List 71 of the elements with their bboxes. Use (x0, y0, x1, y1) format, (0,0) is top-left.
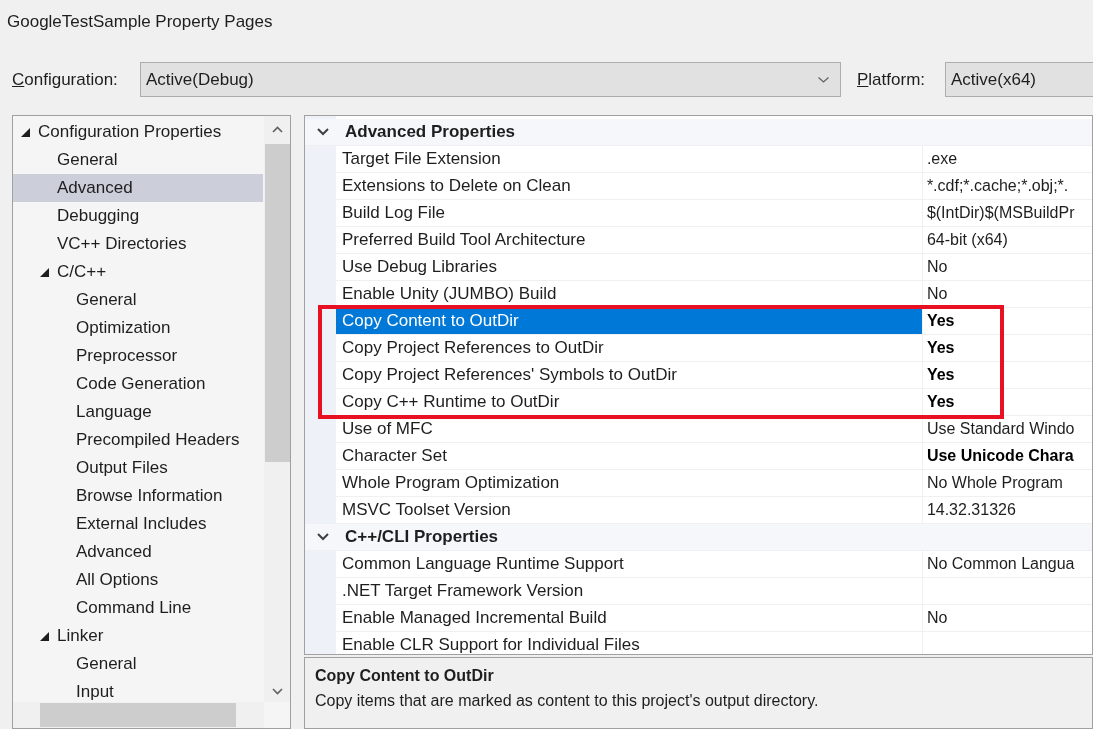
chevron-down-icon (818, 76, 829, 83)
property-value[interactable]: No (926, 282, 948, 306)
tree-item[interactable]: External Includes (76, 510, 207, 538)
tree-item[interactable]: Output Files (76, 454, 168, 482)
tree-item[interactable]: Command Line (76, 594, 192, 622)
property-value[interactable]: Yes (926, 336, 955, 360)
property-value[interactable]: $(IntDir)$(MSBuildPr (926, 201, 1075, 225)
vertical-scrollbar[interactable] (264, 116, 290, 702)
property-name[interactable]: Character Set (336, 443, 923, 470)
property-name[interactable]: Common Language Runtime Support (336, 551, 923, 578)
property-name[interactable]: Copy Project References to OutDir (336, 335, 923, 362)
section-header: Advanced Properties (345, 121, 516, 144)
property-value[interactable]: No Common Langua (926, 552, 1075, 576)
property-name[interactable]: MSVC Toolset Version (336, 497, 923, 524)
property-value[interactable]: Yes (926, 390, 955, 414)
property-value[interactable]: 64-bit (x64) (926, 228, 1008, 252)
property-value[interactable]: No (926, 255, 948, 279)
property-name[interactable]: .NET Target Framework Version (336, 578, 923, 605)
property-name[interactable]: Preferred Build Tool Architecture (336, 227, 923, 254)
property-name[interactable]: Target File Extension (336, 146, 923, 173)
tree-item[interactable]: Advanced (76, 538, 152, 566)
tree-item[interactable]: General (76, 286, 137, 314)
tree-item[interactable]: C/C++ (57, 258, 107, 286)
property-name[interactable]: Build Log File (336, 200, 923, 227)
scrollbar-thumb[interactable] (40, 703, 236, 727)
property-value[interactable]: Use Unicode Chara (926, 444, 1074, 468)
tree-item[interactable]: Language (76, 398, 152, 426)
description-title: Copy Content to OutDir (315, 666, 495, 686)
window-title: GoogleTestSample Property Pages (7, 11, 273, 33)
configuration-dropdown[interactable]: Active(Debug) (140, 62, 841, 97)
property-name[interactable]: Enable Managed Incremental Build (336, 605, 923, 632)
tree-item[interactable]: Linker (57, 622, 104, 650)
section-header: C++/CLI Properties (345, 526, 499, 549)
platform-dropdown[interactable]: Active(x64) (945, 62, 1093, 97)
property-value[interactable]: No (926, 606, 948, 630)
expanded-triangle-icon[interactable] (40, 268, 49, 277)
property-value[interactable]: 14.32.31326 (926, 498, 1016, 522)
chevron-down-icon[interactable] (317, 533, 329, 541)
tree-item[interactable]: Configuration Properties (38, 118, 222, 146)
property-value[interactable]: Use Standard Windo (926, 417, 1075, 441)
tree-item[interactable]: Browse Information (76, 482, 223, 510)
tree-item[interactable]: All Options (76, 566, 159, 594)
property-value[interactable]: Yes (926, 309, 955, 333)
expanded-triangle-icon[interactable] (21, 128, 30, 137)
property-name[interactable]: Extensions to Delete on Clean (336, 173, 923, 200)
tree-item[interactable]: Debugging (57, 202, 140, 230)
property-name[interactable]: Whole Program Optimization (336, 470, 923, 497)
field-label: Configuration: (12, 68, 119, 91)
property-value[interactable]: .exe (926, 147, 958, 171)
tree-item[interactable]: Precompiled Headers (76, 426, 240, 454)
property-name[interactable]: Use Debug Libraries (336, 254, 923, 281)
chevron-down-icon[interactable] (317, 128, 329, 136)
scrollbar-thumb[interactable] (265, 144, 290, 462)
horizontal-scrollbar[interactable] (13, 702, 264, 728)
tree-item[interactable]: General (76, 650, 137, 678)
property-value[interactable]: No Whole Program (926, 471, 1063, 495)
tree-item[interactable]: General (57, 146, 118, 174)
scroll-up-icon[interactable] (272, 126, 283, 133)
property-name[interactable]: Copy Content to OutDir (336, 308, 923, 335)
tree-item[interactable]: Optimization (76, 314, 171, 342)
scroll-down-icon[interactable] (272, 688, 283, 695)
property-value[interactable]: Yes (926, 363, 955, 387)
field-label: Platform: (857, 68, 927, 91)
property-value[interactable]: *.cdf;*.cache;*.obj;*. (926, 174, 1069, 198)
expanded-triangle-icon[interactable] (40, 632, 49, 641)
tree-item[interactable]: Input (76, 678, 114, 702)
tree-item[interactable]: VC++ Directories (57, 230, 187, 258)
description-text: Copy items that are marked as content to this project's output directory. (315, 691, 820, 711)
property-name[interactable]: Copy Project References' Symbols to OutDir (336, 362, 923, 389)
tree-item[interactable]: Code Generation (76, 370, 206, 398)
tree-item[interactable]: Preprocessor (76, 342, 178, 370)
